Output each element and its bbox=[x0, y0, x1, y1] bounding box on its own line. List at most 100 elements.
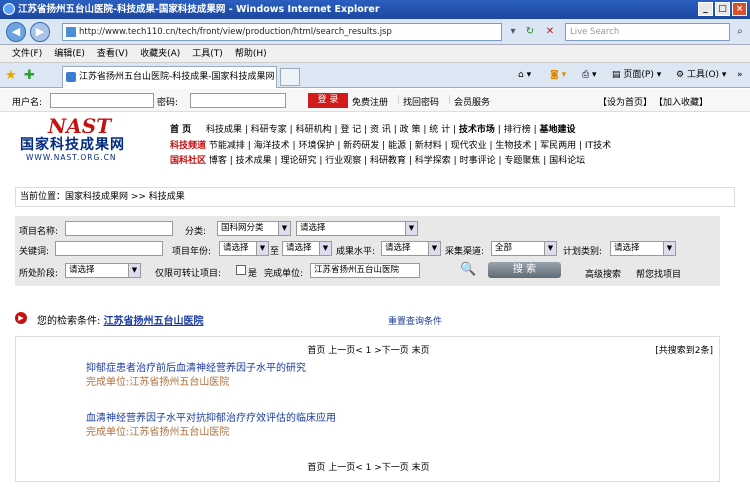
nav-agriculture[interactable]: 现代农业 bbox=[451, 141, 487, 151]
print-icon[interactable]: ⎙ ▾ bbox=[582, 68, 597, 82]
page-icon bbox=[66, 27, 76, 37]
nav-register[interactable]: 登 记 bbox=[340, 125, 361, 135]
search-button[interactable]: 搜 索 bbox=[488, 262, 561, 278]
plan-select[interactable]: 请选择 ▼ bbox=[610, 241, 676, 256]
result-title[interactable]: 抑郁症患者治疗前后血清神经营养因子水平的研究 bbox=[86, 359, 306, 374]
live-search-input[interactable]: Live Search bbox=[565, 23, 730, 41]
close-button[interactable]: × bbox=[732, 2, 747, 16]
more-icon[interactable]: » bbox=[737, 68, 743, 82]
nav-institutions[interactable]: 科研机构 bbox=[296, 125, 332, 135]
nav-tech-results[interactable]: 技术成果 bbox=[236, 156, 272, 166]
nav-forum[interactable]: 国科论坛 bbox=[549, 156, 585, 166]
password-label: 密码: bbox=[157, 98, 179, 108]
site-logo[interactable]: NAST 国家科技成果网 WWW.NAST.ORG.CN bbox=[20, 115, 150, 171]
nav-drugs[interactable]: 新药研发 bbox=[343, 141, 379, 151]
dropdown-arrow-icon[interactable]: ▾ bbox=[505, 24, 521, 40]
new-tab-button[interactable] bbox=[280, 68, 300, 86]
pager-top[interactable]: 首页 上一页< 1 >下一页 末页 bbox=[16, 343, 721, 356]
nav-commentary[interactable]: 时事评论 bbox=[460, 156, 496, 166]
transfer-checkbox[interactable] bbox=[236, 265, 246, 275]
year-to-label: 至 bbox=[270, 247, 280, 257]
unit-input[interactable]: 江苏省扬州五台山医院 bbox=[310, 263, 420, 278]
menu-help[interactable]: 帮助(H) bbox=[229, 45, 273, 62]
refresh-icon[interactable]: ↻ bbox=[522, 24, 538, 40]
stage-select[interactable]: 请选择 ▼ bbox=[65, 263, 141, 278]
home-icon[interactable]: ⌂ ▾ bbox=[518, 68, 531, 82]
search-icon[interactable]: ⌕ bbox=[732, 24, 748, 40]
stage-label: 所处阶段: bbox=[19, 269, 59, 279]
member-service-link[interactable]: 会员服务 bbox=[454, 95, 490, 108]
nav-it[interactable]: IT技术 bbox=[585, 141, 611, 151]
forgot-password-link[interactable]: 找回密码 bbox=[403, 95, 439, 108]
magnifier-icon: 🔍 bbox=[460, 262, 477, 277]
year-from-value: 请选择 bbox=[223, 243, 249, 253]
nav-energy[interactable]: 能源 bbox=[388, 141, 406, 151]
search-form: 项目名称: 分类: 国科网分类 ▼ 请选择 ▼ 关键词: 项目年份: 请选择 ▼ 至 … bbox=[15, 216, 720, 286]
username-input[interactable] bbox=[50, 93, 154, 108]
stop-icon[interactable]: ✕ bbox=[542, 24, 558, 40]
menu-tools[interactable]: 工具(T) bbox=[186, 45, 229, 62]
pager-bottom[interactable]: 首页 上一页< 1 >下一页 末页 bbox=[16, 460, 721, 473]
level-select[interactable]: 请选择 ▼ bbox=[381, 241, 441, 256]
menu-favorites[interactable]: 收藏夹(A) bbox=[134, 45, 186, 62]
channel-select[interactable]: 全部 ▼ bbox=[491, 241, 557, 256]
favorites-star-icon[interactable]: ★ bbox=[5, 68, 17, 83]
forward-button[interactable]: ▶ bbox=[30, 22, 50, 42]
nav-science[interactable]: 科学探索 bbox=[415, 156, 451, 166]
menu-file[interactable]: 文件(F) bbox=[6, 45, 48, 62]
help-find-link[interactable]: 帮您找项目 bbox=[636, 267, 681, 280]
nav-experts[interactable]: 科研专家 bbox=[251, 125, 287, 135]
nav-channels[interactable]: 科技频道 bbox=[170, 141, 206, 151]
login-button[interactable]: 登 录 bbox=[308, 93, 348, 108]
add-favorite-link[interactable]: 【加入收藏】 bbox=[654, 95, 708, 108]
tab-current[interactable]: 江苏省扬州五台山医院-科技成果-国家科技成果网 bbox=[62, 66, 277, 88]
category-select-2[interactable]: 请选择 ▼ bbox=[296, 221, 418, 236]
logo-url: WWW.NAST.ORG.CN bbox=[26, 153, 117, 162]
category-select-2-value: 请选择 bbox=[300, 223, 326, 233]
year-from-select[interactable]: 请选择 ▼ bbox=[219, 241, 269, 256]
nav-market[interactable]: 技术市场 bbox=[459, 125, 495, 135]
password-input[interactable] bbox=[190, 93, 286, 108]
nav-blog[interactable]: 博客 bbox=[209, 156, 227, 166]
nav-stats[interactable]: 统 计 bbox=[429, 125, 450, 135]
nav-energy-saving[interactable]: 节能减排 bbox=[209, 141, 245, 151]
feeds-icon[interactable]: ◙ ▾ bbox=[550, 68, 566, 82]
conditions-value[interactable]: 江苏省扬州五台山医院 bbox=[104, 316, 204, 327]
nav-news[interactable]: 资 讯 bbox=[370, 125, 391, 135]
tools-menu[interactable]: ⚙ 工具(O) ▾ bbox=[676, 68, 726, 82]
minimize-button[interactable]: _ bbox=[698, 2, 713, 16]
nav-ranking[interactable]: 排行榜 bbox=[504, 125, 531, 135]
menu-edit[interactable]: 编辑(E) bbox=[48, 45, 91, 62]
nav-community[interactable]: 国科社区 bbox=[170, 156, 206, 166]
menu-view[interactable]: 查看(V) bbox=[91, 45, 134, 62]
nav-education[interactable]: 科研教育 bbox=[370, 156, 406, 166]
nav-dual-use[interactable]: 军民两用 bbox=[540, 141, 576, 151]
category-select-1[interactable]: 国科网分类 ▼ bbox=[217, 221, 291, 236]
nav-theory[interactable]: 理论研究 bbox=[280, 156, 316, 166]
nav-biotech[interactable]: 生物技术 bbox=[495, 141, 531, 151]
year-to-select[interactable]: 请选择 ▼ bbox=[282, 241, 332, 256]
set-homepage-link[interactable]: 【设为首页】 bbox=[598, 95, 652, 108]
keyword-input[interactable] bbox=[55, 241, 163, 256]
maximize-button[interactable]: □ bbox=[715, 2, 730, 16]
register-link[interactable]: 免费注册 bbox=[352, 95, 388, 108]
project-name-input[interactable] bbox=[65, 221, 173, 236]
add-favorites-icon[interactable]: ✚ bbox=[24, 68, 35, 83]
result-title[interactable]: 血清神经营养因子水平对抗抑郁治疗疗效评估的临床应用 bbox=[86, 409, 336, 424]
nav-base[interactable]: 基地建设 bbox=[539, 125, 575, 135]
nav-achievements[interactable]: 科技成果 bbox=[206, 125, 242, 135]
nav-home[interactable]: 首 页 bbox=[170, 125, 191, 135]
page-menu[interactable]: ▤ 页面(P) ▾ bbox=[612, 68, 661, 82]
reset-conditions-link[interactable]: 重置查询条件 bbox=[388, 314, 442, 327]
nav-policy[interactable]: 政 策 bbox=[400, 125, 421, 135]
nav-ocean[interactable]: 海洋技术 bbox=[254, 141, 290, 151]
address-field[interactable]: http://www.tech110.cn/tech/front/view/pr… bbox=[62, 23, 502, 41]
nav-environment[interactable]: 环境保护 bbox=[298, 141, 334, 151]
nav-topics[interactable]: 专题聚焦 bbox=[504, 156, 540, 166]
back-button[interactable]: ◀ bbox=[6, 22, 26, 42]
advanced-search-link[interactable]: 高级搜索 bbox=[585, 267, 621, 280]
nav-industry[interactable]: 行业观察 bbox=[325, 156, 361, 166]
channel-label: 采集渠道: bbox=[445, 247, 485, 257]
nav-materials[interactable]: 新材料 bbox=[415, 141, 442, 151]
unit-label: 完成单位: bbox=[264, 269, 304, 279]
